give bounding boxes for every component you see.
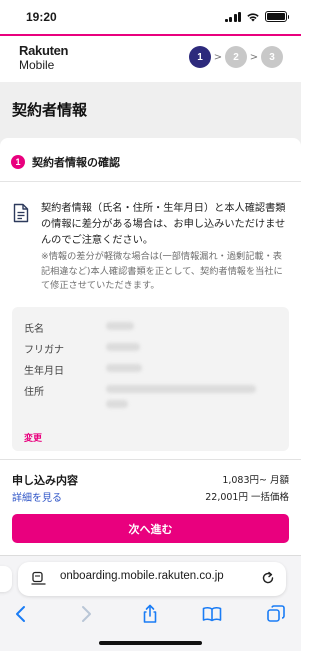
label-address: 住所 xyxy=(24,387,44,398)
share-icon[interactable] xyxy=(140,604,160,624)
page-menu-icon[interactable] xyxy=(31,571,46,586)
browser-bar: onboarding.mobile.rakuten.co.jp xyxy=(0,555,301,651)
redacted-value xyxy=(106,364,142,372)
details-link[interactable]: 詳細を見る xyxy=(12,489,62,504)
back-icon[interactable] xyxy=(11,604,31,624)
page-title: 契約者情報 xyxy=(12,101,88,119)
contract-info-box: 氏名 フリガナ 生年月日 住所 変更 xyxy=(12,307,289,451)
wifi-icon xyxy=(247,12,259,21)
order-summary: 申し込み内容 詳細を見る 1,083円~ 月額 22,001円 一括価格 次へ進… xyxy=(0,459,301,555)
next-button[interactable]: 次へ進む xyxy=(12,514,289,543)
step-1: 1 xyxy=(189,46,211,68)
bookmarks-icon[interactable] xyxy=(202,604,222,624)
cellular-signal-icon xyxy=(224,11,241,22)
document-icon xyxy=(13,203,29,223)
reload-icon[interactable] xyxy=(261,571,275,585)
browser-toolbar xyxy=(0,600,301,628)
section-header: 1 契約者情報の確認 xyxy=(11,154,120,170)
header: Rakuten Mobile 1 > 2 > 3 xyxy=(0,36,301,82)
notice-main-text: 契約者情報（氏名・住所・生年月日）と本人確認書類の情報に差分がある場合は、お申し… xyxy=(41,203,286,246)
label-birthdate: 生年月日 xyxy=(24,366,64,377)
change-link[interactable]: 変更 xyxy=(24,431,42,444)
status-time: 19:20 xyxy=(26,10,57,24)
monthly-price: 1,083円~ 月額 xyxy=(222,475,289,486)
step-3: 3 xyxy=(261,46,283,68)
rakuten-mobile-logo: Rakuten Mobile xyxy=(19,43,69,73)
one-time-price: 22,001円 一括価格 xyxy=(205,492,289,503)
tabs-icon[interactable] xyxy=(266,604,286,624)
logo-line2: Mobile xyxy=(19,58,55,72)
label-furigana: フリガナ xyxy=(24,345,64,356)
home-indicator xyxy=(99,641,202,645)
url-text[interactable]: onboarding.mobile.rakuten.co.jp xyxy=(60,570,224,582)
redacted-value xyxy=(106,400,128,408)
step-separator: > xyxy=(213,51,223,63)
redacted-value xyxy=(106,343,140,351)
label-name: 氏名 xyxy=(24,324,44,335)
section-title: 契約者情報の確認 xyxy=(32,156,120,169)
step-2: 2 xyxy=(225,46,247,68)
redacted-value xyxy=(106,322,134,330)
summary-title: 申し込み内容 xyxy=(12,474,78,487)
status-icons xyxy=(224,11,289,22)
logo-line1: Rakuten xyxy=(19,43,69,58)
status-bar: 19:20 xyxy=(0,0,301,34)
progress-stepper: 1 > 2 > 3 xyxy=(189,46,283,68)
step-separator: > xyxy=(249,51,259,63)
redacted-value xyxy=(106,385,256,393)
section-number-badge: 1 xyxy=(11,155,25,169)
notice-sub-text: ※情報の差分が軽微な場合は(一部情報漏れ・過剰記載・表記相違など)本人確認書類を… xyxy=(41,251,283,291)
forward-icon[interactable] xyxy=(76,604,96,624)
previous-tab-peek[interactable] xyxy=(0,566,12,592)
battery-icon xyxy=(265,11,289,22)
address-bar[interactable]: onboarding.mobile.rakuten.co.jp xyxy=(18,562,286,596)
section-divider xyxy=(0,181,301,182)
